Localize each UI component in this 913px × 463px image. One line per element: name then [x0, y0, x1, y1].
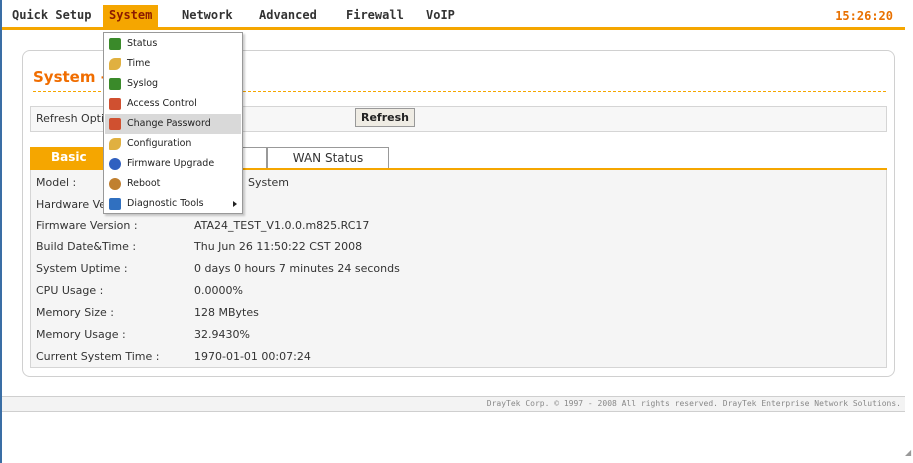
info-value: 128 MBytes [194, 306, 259, 319]
reboot-icon [109, 178, 121, 190]
menu-advanced[interactable]: Advanced [253, 5, 323, 27]
info-value: 0 days 0 hours 7 minutes 24 seconds [194, 262, 400, 275]
dropdown-item-time[interactable]: Time [105, 54, 241, 74]
info-label: Firmware Version : [36, 219, 138, 232]
info-label: Model : [36, 176, 77, 189]
info-label: Memory Size : [36, 306, 115, 319]
system-dropdown-menu: Status Time Syslog Access Control Change… [103, 32, 243, 214]
info-value: 32.9430% [194, 328, 250, 341]
footer: DrayTek Corp. © 1997 - 2008 All rights r… [2, 396, 905, 412]
dropdown-item-access-control[interactable]: Access Control [105, 94, 241, 114]
dropdown-item-status[interactable]: Status [105, 34, 241, 54]
dropdown-item-firmware-upgrade[interactable]: Firmware Upgrade [105, 154, 241, 174]
dropdown-item-configuration[interactable]: Configuration [105, 134, 241, 154]
menu-voip[interactable]: VoIP [420, 5, 461, 27]
dropdown-item-diagnostic-tools[interactable]: Diagnostic Tools [105, 194, 241, 214]
dropdown-item-change-password[interactable]: Change Password [105, 114, 241, 134]
syslog-icon [109, 78, 121, 90]
tab-basic-status[interactable]: Basic St [30, 147, 104, 184]
info-label: Current System Time : [36, 350, 160, 363]
copyright-text: DrayTek Corp. © 1997 - 2008 All rights r… [486, 399, 901, 408]
menu-network[interactable]: Network [176, 5, 239, 27]
dropdown-item-syslog[interactable]: Syslog [105, 74, 241, 94]
dropdown-item-label: Change Password [127, 118, 211, 129]
refresh-button[interactable]: Refresh [355, 108, 415, 127]
submenu-arrow-icon [233, 201, 237, 207]
menu-firewall[interactable]: Firewall [340, 5, 410, 27]
top-menu-bar: Quick Setup System Network Advanced Fire… [2, 0, 905, 30]
users-icon [109, 98, 121, 110]
info-label: Build Date&Time : [36, 240, 137, 253]
globe-icon [109, 158, 121, 170]
dropdown-item-label: Time [127, 58, 151, 69]
dropdown-item-label: Syslog [127, 78, 159, 89]
info-value: Thu Jun 26 11:50:22 CST 2008 [194, 240, 363, 253]
menu-system[interactable]: System [103, 5, 159, 27]
info-value: ATA24_TEST_V1.0.0.m825.RC17 [194, 219, 370, 232]
info-value: System [248, 176, 290, 189]
status-icon [109, 38, 121, 50]
tab-wan-status[interactable]: WAN Status [267, 147, 389, 169]
info-value: 1970-01-01 00:07:24 [194, 350, 311, 363]
wrench-icon [109, 58, 121, 70]
tools-list-icon [109, 198, 121, 210]
refresh-options-label: Refresh Optio [36, 112, 111, 125]
info-label: CPU Usage : [36, 284, 104, 297]
dropdown-item-label: Reboot [127, 178, 161, 189]
dropdown-item-label: Access Control [127, 98, 197, 109]
dropdown-item-label: Diagnostic Tools [127, 198, 204, 209]
clock: 15:26:20 [835, 9, 893, 23]
resize-grip-icon[interactable]: ◢ [905, 448, 913, 460]
info-label: Hardware Ver [36, 198, 111, 211]
users-icon [109, 118, 121, 130]
dropdown-item-label: Configuration [127, 138, 192, 149]
dropdown-item-label: Status [127, 38, 158, 49]
page-title: System - [33, 68, 107, 86]
dropdown-item-reboot[interactable]: Reboot [105, 174, 241, 194]
dropdown-item-label: Firmware Upgrade [127, 158, 215, 169]
info-label: Memory Usage : [36, 328, 126, 341]
menu-quick-setup[interactable]: Quick Setup [6, 5, 97, 27]
info-value: 0.0000% [194, 284, 243, 297]
wrench-icon [109, 138, 121, 150]
info-label: System Uptime : [36, 262, 128, 275]
